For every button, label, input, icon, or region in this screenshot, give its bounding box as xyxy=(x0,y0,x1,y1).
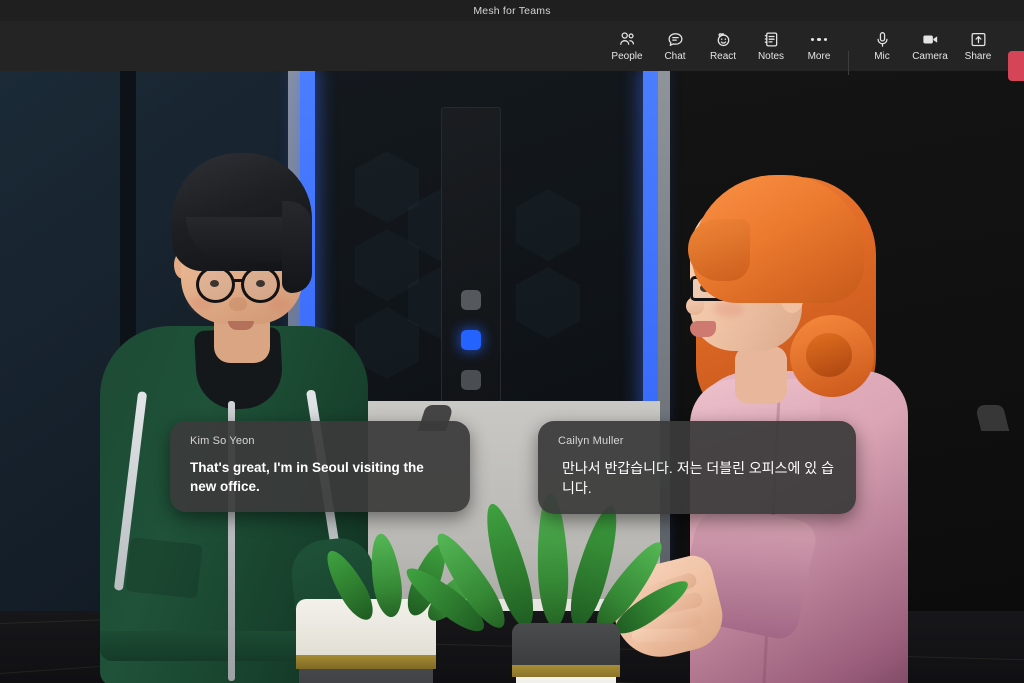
avatar-glasses-lens xyxy=(196,266,235,303)
more-icon xyxy=(810,30,828,49)
avatar-neck xyxy=(735,346,787,404)
share-button[interactable]: Share xyxy=(954,22,1002,70)
meeting-toolbar: People Chat React Notes More Mic Camera … xyxy=(0,21,1024,81)
react-button[interactable]: React xyxy=(699,22,747,70)
panel-light-inactive xyxy=(461,290,481,310)
title-bar: Mesh for Teams xyxy=(0,0,1024,21)
chat-label: Chat xyxy=(664,51,686,62)
people-button[interactable]: People xyxy=(603,22,651,70)
avatar-nose xyxy=(229,297,247,311)
speech-bubble-right: Cailyn Muller 만나서 반갑습니다. 저는 더블린 오피스에 있 습… xyxy=(538,405,1010,514)
camera-button[interactable]: Camera xyxy=(906,22,954,70)
speech-message: 만나서 반갑습니다. 저는 더블린 오피스에 있 습니다. xyxy=(562,460,834,496)
people-label: People xyxy=(611,51,643,62)
panel-light-active xyxy=(461,330,481,350)
avatar-hair-bangs xyxy=(688,219,750,281)
more-label: More xyxy=(807,51,831,62)
toolbar-media-group: Mic Camera Share xyxy=(858,21,1002,71)
window-title: Mesh for Teams xyxy=(473,4,551,17)
avatar-hair-curl xyxy=(806,333,852,377)
avatar-cheek xyxy=(714,301,744,317)
speech-message: That's great, I'm in Seoul visiting the … xyxy=(190,460,424,494)
more-button[interactable]: More xyxy=(795,22,843,70)
virtual-space-stage: Kim So Yeon That's great, I'm in Seoul v… xyxy=(0,71,1024,683)
camera-label: Camera xyxy=(912,51,948,62)
camera-icon xyxy=(920,30,941,49)
avatar-jacket-pocket xyxy=(125,537,203,599)
avatar-glasses-lens xyxy=(241,266,280,303)
react-label: React xyxy=(709,51,737,62)
panel-light-inactive xyxy=(461,370,481,390)
mesh-for-teams-window: Mesh for Teams People Chat React Notes M… xyxy=(0,0,1024,683)
notes-button[interactable]: Notes xyxy=(747,22,795,70)
mic-label: Mic xyxy=(874,51,890,62)
notes-icon xyxy=(762,30,781,49)
react-icon xyxy=(714,30,733,49)
mic-button[interactable]: Mic xyxy=(858,22,906,70)
chat-button[interactable]: Chat xyxy=(651,22,699,70)
speaker-name: Cailyn Muller xyxy=(558,435,624,447)
speaker-name: Kim So Yeon xyxy=(190,435,255,447)
share-label: Share xyxy=(964,51,992,62)
plant-pot-front xyxy=(512,623,620,683)
avatar-finger xyxy=(632,629,698,642)
chat-icon xyxy=(666,30,685,49)
share-icon xyxy=(969,30,988,49)
microphone-icon xyxy=(873,30,892,49)
speech-bubble-left: Kim So Yeon That's great, I'm in Seoul v… xyxy=(170,405,470,512)
people-icon xyxy=(618,30,637,49)
wall-control-panel xyxy=(441,107,501,407)
avatar-hair-side xyxy=(282,201,312,293)
toolbar-primary-group: People Chat React Notes More xyxy=(603,21,843,71)
avatar-glasses-bridge xyxy=(234,279,243,282)
avatar-mouth xyxy=(690,321,716,337)
notes-label: Notes xyxy=(757,51,785,62)
leave-meeting-button[interactable] xyxy=(1008,51,1024,81)
toolbar-divider xyxy=(848,51,849,75)
